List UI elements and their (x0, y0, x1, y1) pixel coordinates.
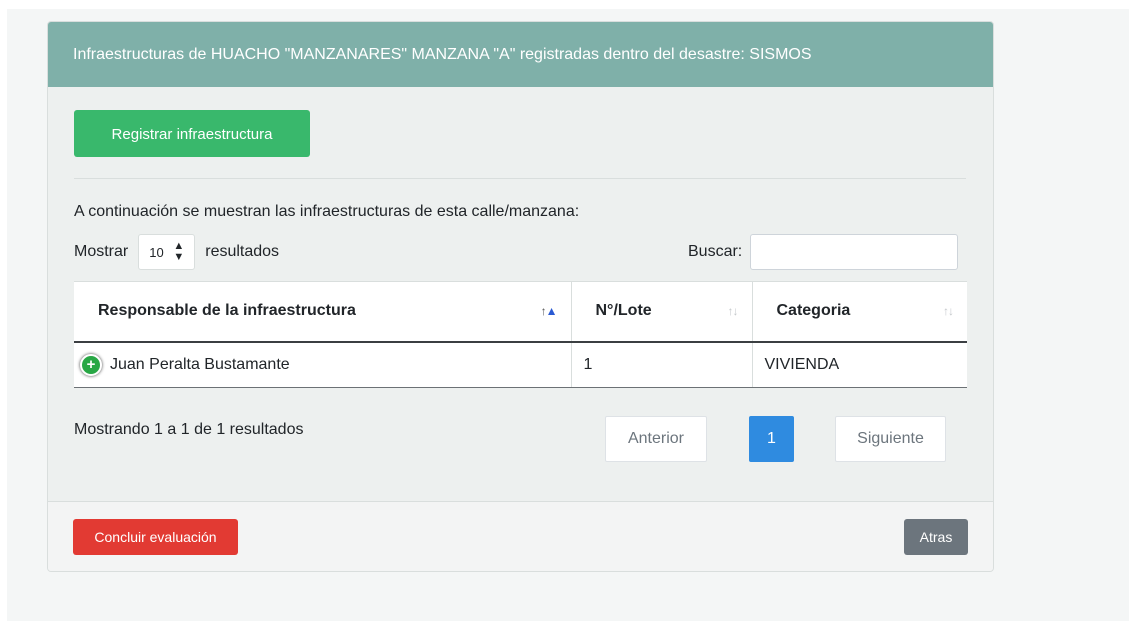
plus-circle-icon[interactable]: + (80, 353, 102, 376)
infrastructure-panel: Infraestructuras de HUACHO "MANZANARES" … (47, 21, 994, 572)
cell-responsable: + Juan Peralta Bustamante (74, 341, 571, 388)
length-suffix-label: resultados (205, 243, 280, 260)
column-header-responsable[interactable]: Responsable de la infraestructura ↑▲ (74, 281, 571, 343)
cell-categoria: VIVIENDA (751, 341, 967, 388)
panel-title: Infraestructuras de HUACHO "MANZANARES" … (48, 22, 993, 87)
updown-arrows-icon: ▲ ▼ (173, 240, 185, 263)
table-header-row: Responsable de la infraestructura ↑▲ N°/… (74, 281, 967, 343)
length-prefix-label: Mostrar (74, 243, 129, 260)
length-menu: Mostrar 10 ▲ ▼ resultados (74, 234, 279, 270)
column-header-label: Categoria (776, 302, 851, 320)
sort-arrows-icon: ↑↓ (943, 304, 954, 318)
column-header-label: Responsable de la infraestructura (98, 302, 356, 320)
search-label: Buscar: (688, 243, 743, 260)
table-row: + Juan Peralta Bustamante 1 VIVIENDA (74, 341, 967, 388)
divider (74, 178, 966, 179)
infrastructure-table: Responsable de la infraestructura ↑▲ N°/… (74, 281, 967, 388)
conclude-evaluation-button[interactable]: Concluir evaluación (73, 519, 238, 555)
panel-footer: Concluir evaluación Atras (48, 501, 993, 571)
column-header-label: N°/Lote (595, 302, 652, 320)
search-filter: Buscar: (688, 233, 959, 271)
pagination-page-1[interactable]: 1 (749, 416, 794, 462)
cell-lote: 1 (570, 341, 752, 388)
pagination-next-button[interactable]: Siguiente (835, 416, 946, 462)
back-button[interactable]: Atras (904, 519, 968, 555)
column-header-lote[interactable]: N°/Lote ↑↓ (570, 281, 752, 343)
search-input[interactable] (750, 234, 959, 270)
page-length-value: 10 (149, 244, 164, 260)
responsable-name: Juan Peralta Bustamante (110, 355, 290, 373)
table-info: Mostrando 1 a 1 de 1 resultados (74, 421, 304, 438)
sort-ascending-icon: ↑▲ (540, 304, 558, 318)
intro-text: A continuación se muestran las infraestr… (74, 203, 580, 220)
sort-arrows-icon: ↑↓ (727, 304, 739, 318)
column-header-categoria[interactable]: Categoria ↑↓ (751, 281, 967, 343)
pagination-previous-button[interactable]: Anterior (605, 416, 707, 462)
register-infrastructure-button[interactable]: Registrar infraestructura (74, 110, 310, 157)
page-length-select[interactable]: 10 ▲ ▼ (138, 234, 196, 270)
